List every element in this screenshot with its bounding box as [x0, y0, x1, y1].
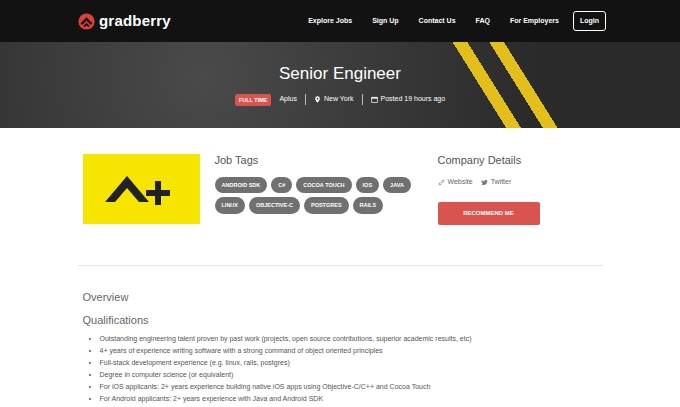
tag-list: ANDROID SDKC#COCOA TOUCH IOSJAVA LINUXOBJE…	[215, 177, 420, 214]
qualifications-heading: Qualifications	[83, 314, 598, 327]
overview-heading: Overview	[83, 291, 598, 304]
twitter-bird-icon	[481, 179, 488, 186]
aplus-logo-icon	[83, 154, 200, 224]
job-hero: Senior Engineer FULL TIME Aplus New York Pos…	[0, 42, 680, 128]
location-text: New York	[324, 94, 354, 105]
tag[interactable]: OBJECTIVE-C	[249, 197, 300, 213]
login-button[interactable]: Login	[573, 11, 606, 32]
qualification-item: Degree in computer science (or equivalen…	[100, 369, 598, 381]
job-summary: Job Tags ANDROID SDKC#COCOA TOUCH IOSJAVA L…	[83, 128, 598, 225]
link-icon	[438, 179, 445, 186]
job-content: Job Tags ANDROID SDKC#COCOA TOUCH IOSJAVA L…	[83, 128, 598, 405]
qualification-item: For iOS applicants: 2+ years experience …	[100, 381, 598, 393]
tag[interactable]: COCOA TOUCH	[296, 177, 351, 193]
qualification-item: Outstanding engineering talent proven by…	[100, 333, 598, 345]
company-links: Website Twitter	[438, 177, 598, 188]
recommend-button[interactable]: RECOMMEND ME	[438, 202, 540, 225]
company-details: Company Details Website Twitter RECOMMEND M…	[438, 154, 598, 225]
nav-link[interactable]: FAQ	[476, 16, 490, 27]
brand-name: gradberry	[99, 10, 171, 33]
job-title: Senior Engineer	[279, 64, 401, 84]
tag[interactable]: RAILS	[353, 197, 384, 213]
calendar-icon	[371, 96, 378, 103]
job-tags: Job Tags ANDROID SDKC#COCOA TOUCH IOSJAVA L…	[215, 154, 420, 214]
nav-link[interactable]: Explore Jobs	[308, 16, 352, 27]
tag[interactable]: C#	[271, 177, 292, 193]
job-location: New York	[305, 94, 354, 105]
brand-logo[interactable]: gradberry	[78, 10, 171, 33]
qualification-item: For Android applicants: 2+ years experie…	[100, 393, 598, 405]
job-posted: Posted 19 hours ago	[362, 94, 446, 105]
nav-link[interactable]: Contact Us	[419, 16, 456, 27]
nav-links: Explore Jobs Sign Up Contact Us FAQ For Empl…	[308, 11, 606, 32]
twitter-link[interactable]: Twitter	[481, 177, 512, 188]
qualification-item: Full-stack development experience (e.g. …	[100, 357, 598, 369]
tag[interactable]: POSTGRES	[304, 197, 349, 213]
tag[interactable]: IOS	[356, 177, 379, 193]
website-text: Website	[448, 177, 473, 188]
tag[interactable]: JAVA	[383, 177, 411, 193]
job-meta: FULL TIME Aplus New York Posted 19 hours ag…	[235, 94, 445, 106]
nav-link[interactable]: Sign Up	[372, 16, 398, 27]
section-divider	[78, 265, 603, 266]
qualification-item: 4+ years of experience writing software …	[100, 345, 598, 357]
twitter-text: Twitter	[491, 177, 512, 188]
company-name: Aplus	[279, 94, 297, 105]
map-pin-icon	[314, 96, 321, 103]
tag[interactable]: ANDROID SDK	[215, 177, 268, 193]
nav-link[interactable]: For Employers	[510, 16, 559, 27]
job-type-badge: FULL TIME	[235, 94, 272, 106]
company-logo	[83, 154, 200, 224]
posted-text: Posted 19 hours ago	[381, 94, 446, 105]
gradberry-logo-icon	[78, 13, 95, 30]
qualifications-list: Outstanding engineering talent proven by…	[83, 333, 598, 405]
tag[interactable]: LINUX	[215, 197, 246, 213]
company-heading: Company Details	[438, 154, 598, 167]
tags-heading: Job Tags	[215, 154, 420, 167]
top-navbar: gradberry Explore Jobs Sign Up Contact Us FA…	[0, 0, 680, 42]
website-link[interactable]: Website	[438, 177, 473, 188]
